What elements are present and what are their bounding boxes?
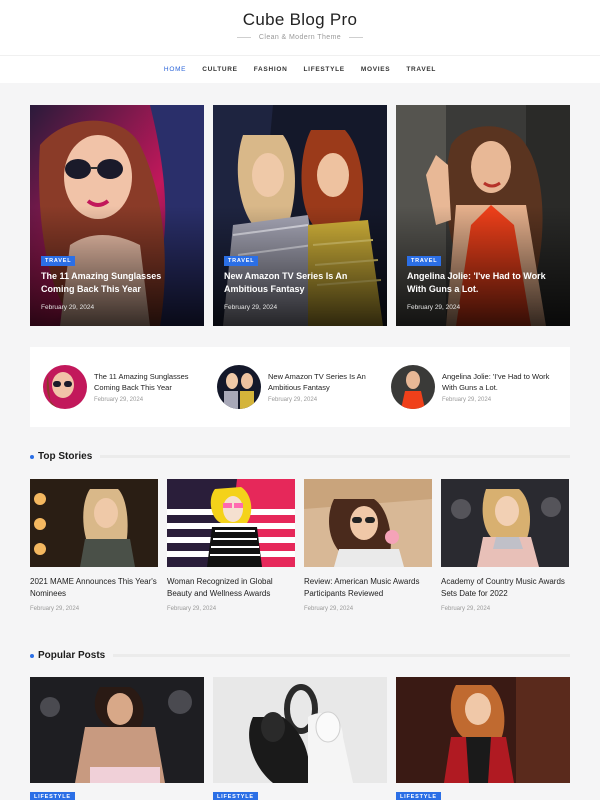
- strip-date: February 29, 2024: [268, 397, 318, 403]
- category-badge[interactable]: LIFESTYLE: [396, 792, 441, 800]
- section-dot: [30, 653, 34, 658]
- section-rule: [113, 654, 570, 657]
- tagline-row: Clean & Modern Theme: [0, 34, 600, 41]
- strip-title[interactable]: The 11 Amazing Sunglasses Coming Back Th…: [94, 371, 210, 393]
- strip-item[interactable]: New Amazon TV Series Is An Ambitious Fan…: [217, 365, 391, 409]
- nav-item-lifestyle[interactable]: LIFESTYLE: [304, 66, 345, 73]
- popular-card[interactable]: LIFESTYLE: [396, 677, 570, 800]
- story-card[interactable]: Review: American Music Awards Participan…: [304, 479, 432, 612]
- main-nav: HOME CULTURE FASHION LIFESTYLE MOVIES TR…: [0, 55, 600, 83]
- category-badge[interactable]: LIFESTYLE: [30, 792, 75, 800]
- nav-item-fashion[interactable]: FASHION: [254, 66, 288, 73]
- story-image[interactable]: [30, 479, 158, 567]
- strip-thumbnail[interactable]: [43, 365, 87, 409]
- hero-card[interactable]: TRAVEL New Amazon TV Series Is An Ambiti…: [213, 105, 387, 326]
- featured-strip: The 11 Amazing Sunglasses Coming Back Th…: [30, 347, 570, 427]
- top-stories-heading: Top Stories: [30, 451, 570, 462]
- strip-thumbnail[interactable]: [391, 365, 435, 409]
- hero-date: February 29, 2024: [224, 304, 278, 311]
- strip-title[interactable]: New Amazon TV Series Is An Ambitious Fan…: [268, 371, 384, 393]
- nav-item-home[interactable]: HOME: [164, 66, 186, 73]
- hero-card[interactable]: TRAVEL Angelina Jolie: 'I've Had to Work…: [396, 105, 570, 326]
- story-image[interactable]: [167, 479, 295, 567]
- hero-date: February 29, 2024: [41, 304, 95, 311]
- strip-item[interactable]: The 11 Amazing Sunglasses Coming Back Th…: [43, 365, 217, 409]
- nav-item-culture[interactable]: CULTURE: [202, 66, 237, 73]
- site-title[interactable]: Cube Blog Pro: [0, 10, 600, 30]
- story-title[interactable]: Review: American Music Awards Participan…: [304, 576, 432, 600]
- nav-item-movies[interactable]: MOVIES: [361, 66, 390, 73]
- story-date: February 29, 2024: [441, 606, 491, 612]
- tagline-divider-right: [349, 37, 364, 38]
- story-title[interactable]: Woman Recognized in Global Beauty and We…: [167, 576, 295, 600]
- story-title[interactable]: Academy of Country Music Awards Sets Dat…: [441, 576, 569, 600]
- strip-item[interactable]: Angelina Jolie: 'I've Had to Work With G…: [391, 365, 565, 409]
- top-stories: 2021 MAME Announces This Year's Nominees…: [30, 479, 570, 612]
- story-card[interactable]: Woman Recognized in Global Beauty and We…: [167, 479, 295, 612]
- strip-title[interactable]: Angelina Jolie: 'I've Had to Work With G…: [442, 371, 558, 393]
- site-tagline: Clean & Modern Theme: [258, 34, 342, 41]
- hero-slider: TRAVEL The 11 Amazing Sunglasses Coming …: [30, 105, 570, 326]
- category-badge[interactable]: TRAVEL: [224, 256, 259, 266]
- category-badge[interactable]: TRAVEL: [407, 256, 442, 266]
- nav-item-travel[interactable]: TRAVEL: [406, 66, 436, 73]
- story-date: February 29, 2024: [30, 606, 80, 612]
- section-rule: [100, 455, 570, 458]
- popular-posts: LIFESTYLE LIFESTYLE LIFESTYLE: [30, 677, 570, 800]
- popular-card[interactable]: LIFESTYLE: [30, 677, 204, 800]
- hero-title[interactable]: The 11 Amazing Sunglasses Coming Back Th…: [41, 270, 194, 296]
- popular-image[interactable]: [396, 677, 570, 783]
- hero-date: February 29, 2024: [407, 304, 461, 311]
- hero-title[interactable]: Angelina Jolie: 'I've Had to Work With G…: [407, 270, 560, 296]
- section-title: Top Stories: [38, 451, 93, 462]
- category-badge[interactable]: LIFESTYLE: [213, 792, 258, 800]
- popular-posts-heading: Popular Posts: [30, 650, 570, 661]
- story-date: February 29, 2024: [304, 606, 354, 612]
- strip-thumbnail[interactable]: [217, 365, 261, 409]
- hero-card[interactable]: TRAVEL The 11 Amazing Sunglasses Coming …: [30, 105, 204, 326]
- category-badge[interactable]: TRAVEL: [41, 256, 76, 266]
- hero-title[interactable]: New Amazon TV Series Is An Ambitious Fan…: [224, 270, 377, 296]
- story-card[interactable]: 2021 MAME Announces This Year's Nominees…: [30, 479, 158, 612]
- tagline-divider-left: [236, 37, 251, 38]
- section-title: Popular Posts: [38, 650, 106, 661]
- story-date: February 29, 2024: [167, 606, 217, 612]
- story-image[interactable]: [304, 479, 432, 567]
- strip-date: February 29, 2024: [442, 397, 492, 403]
- section-dot: [30, 454, 34, 459]
- popular-card[interactable]: LIFESTYLE: [213, 677, 387, 800]
- story-image[interactable]: [441, 479, 569, 567]
- story-title[interactable]: 2021 MAME Announces This Year's Nominees: [30, 576, 158, 600]
- popular-image[interactable]: [30, 677, 204, 783]
- story-card[interactable]: Academy of Country Music Awards Sets Dat…: [441, 479, 569, 612]
- site-header: Cube Blog Pro Clean & Modern Theme HOME …: [0, 0, 600, 83]
- strip-date: February 29, 2024: [94, 397, 144, 403]
- popular-image[interactable]: [213, 677, 387, 783]
